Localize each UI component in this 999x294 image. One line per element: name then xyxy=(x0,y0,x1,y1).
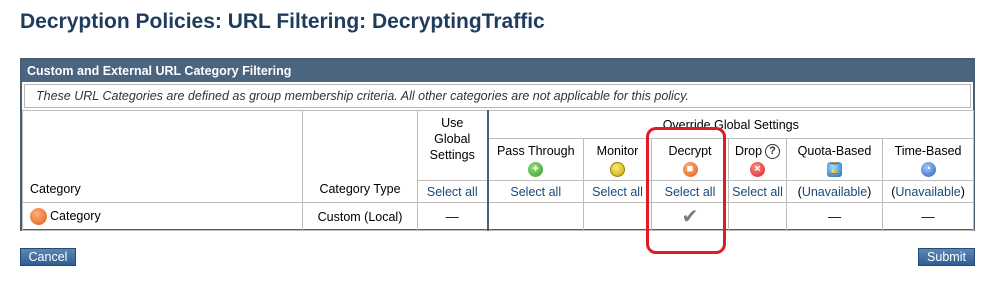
panel-header: Custom and External URL Category Filteri… xyxy=(22,60,973,82)
row-category-type: Custom (Local) xyxy=(302,202,418,231)
select-all-drop[interactable]: Select all xyxy=(728,180,787,203)
col-header-use-global: Use Global Settings xyxy=(417,110,489,181)
time-icon: ◔ xyxy=(920,162,936,177)
category-table: Category Category Type Use Global Settin… xyxy=(22,110,975,231)
col-header-category-type: Category Type xyxy=(302,110,418,203)
drop-icon: × xyxy=(750,162,765,178)
row-quota-cell: — xyxy=(786,202,883,231)
pass-through-icon: + xyxy=(528,162,544,177)
checkmark-icon: ✔ xyxy=(681,205,699,228)
monitor-icon xyxy=(610,162,625,177)
row-use-global[interactable]: — xyxy=(417,202,489,231)
page-title: Decryption Policies: URL Filtering: Decr… xyxy=(20,10,545,33)
url-category-panel: Custom and External URL Category Filteri… xyxy=(20,58,975,231)
panel-note: These URL Categories are defined as grou… xyxy=(24,84,971,108)
decrypt-icon: ■ xyxy=(682,162,698,177)
col-header-category: Category xyxy=(22,110,303,203)
row-drop-cell[interactable] xyxy=(728,202,787,231)
col-header-pass-through: Pass Through + xyxy=(486,138,584,181)
select-all-decrypt[interactable]: Select all xyxy=(651,180,729,203)
help-icon[interactable]: ? xyxy=(765,144,781,160)
col-header-monitor: Monitor xyxy=(583,138,652,181)
col-header-override: Override Global Settings xyxy=(486,110,975,139)
time-unavailable: (Unavailable) xyxy=(881,180,975,203)
quota-icon: ⌛ xyxy=(827,162,842,177)
col-header-time-based: Time-Based ◔ xyxy=(881,138,975,181)
row-decrypt-cell[interactable]: ✔ xyxy=(651,202,729,231)
row-category: Category xyxy=(22,202,303,231)
select-all-monitor[interactable]: Select all xyxy=(583,180,652,203)
select-all-pass-through[interactable]: Select all xyxy=(486,180,584,203)
submit-button[interactable]: Submit xyxy=(918,248,975,266)
col-header-drop: Drop? × xyxy=(728,138,787,181)
row-monitor-cell[interactable] xyxy=(583,202,652,231)
cancel-button[interactable]: Cancel xyxy=(20,248,76,266)
select-all-global[interactable]: Select all xyxy=(417,180,489,203)
custom-category-icon xyxy=(30,208,47,225)
row-pass-through-cell[interactable] xyxy=(486,202,584,231)
quota-unavailable: (Unavailable) xyxy=(786,180,883,203)
row-time-cell: — xyxy=(881,202,975,231)
col-header-quota-based: Quota-Based ⌛ xyxy=(786,138,883,181)
table-row: Category Custom (Local) — ✔ — — xyxy=(22,202,975,231)
col-header-decrypt: Decrypt ■ xyxy=(651,138,729,181)
